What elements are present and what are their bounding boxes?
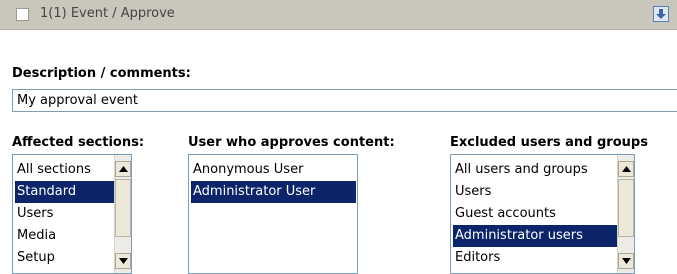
list-item[interactable]: Users bbox=[453, 181, 618, 203]
sections-scrollbar[interactable] bbox=[114, 155, 131, 273]
scroll-up-button[interactable] bbox=[618, 161, 634, 177]
description-input[interactable] bbox=[12, 89, 677, 112]
collapse-button[interactable] bbox=[653, 6, 669, 22]
list-item[interactable]: Administrator users bbox=[453, 225, 618, 247]
list-item[interactable]: Administrator User bbox=[191, 181, 356, 203]
excluded-listbox[interactable]: All users and groups Users Guest account… bbox=[450, 154, 635, 274]
scroll-thumb[interactable] bbox=[115, 179, 131, 237]
chevron-up-icon bbox=[622, 166, 631, 172]
scroll-down-button[interactable] bbox=[618, 253, 634, 269]
event-title: 1(1) Event / Approve bbox=[40, 6, 175, 21]
list-item[interactable]: All users and groups bbox=[453, 159, 618, 181]
sections-listbox[interactable]: All sections Standard Users Media Setup bbox=[12, 154, 132, 274]
chevron-down-icon bbox=[622, 258, 631, 264]
list-item[interactable]: Media bbox=[15, 225, 115, 247]
list-item[interactable]: Anonymous User bbox=[191, 159, 356, 181]
list-item[interactable]: Standard bbox=[15, 181, 115, 203]
approvers-listbox[interactable]: Anonymous User Administrator User bbox=[188, 154, 358, 274]
scroll-up-button[interactable] bbox=[115, 161, 131, 177]
list-item[interactable]: Guest accounts bbox=[453, 203, 618, 225]
approvers-label: User who approves content: bbox=[188, 135, 395, 150]
description-label: Description / comments: bbox=[12, 66, 191, 81]
list-item[interactable]: Editors bbox=[453, 247, 618, 269]
chevron-down-icon bbox=[119, 258, 128, 264]
scroll-thumb[interactable] bbox=[618, 179, 634, 237]
list-item[interactable]: All sections bbox=[15, 159, 115, 181]
event-header: 1(1) Event / Approve bbox=[0, 0, 677, 30]
excluded-scrollbar[interactable] bbox=[617, 155, 634, 273]
list-item[interactable]: Setup bbox=[15, 247, 115, 269]
arrow-down-icon bbox=[656, 9, 666, 19]
excluded-label: Excluded users and groups bbox=[450, 135, 648, 150]
scroll-down-button[interactable] bbox=[115, 253, 131, 269]
event-enabled-checkbox[interactable] bbox=[16, 8, 29, 21]
sections-label: Affected sections: bbox=[12, 135, 145, 150]
list-item[interactable]: Users bbox=[15, 203, 115, 225]
chevron-up-icon bbox=[119, 166, 128, 172]
